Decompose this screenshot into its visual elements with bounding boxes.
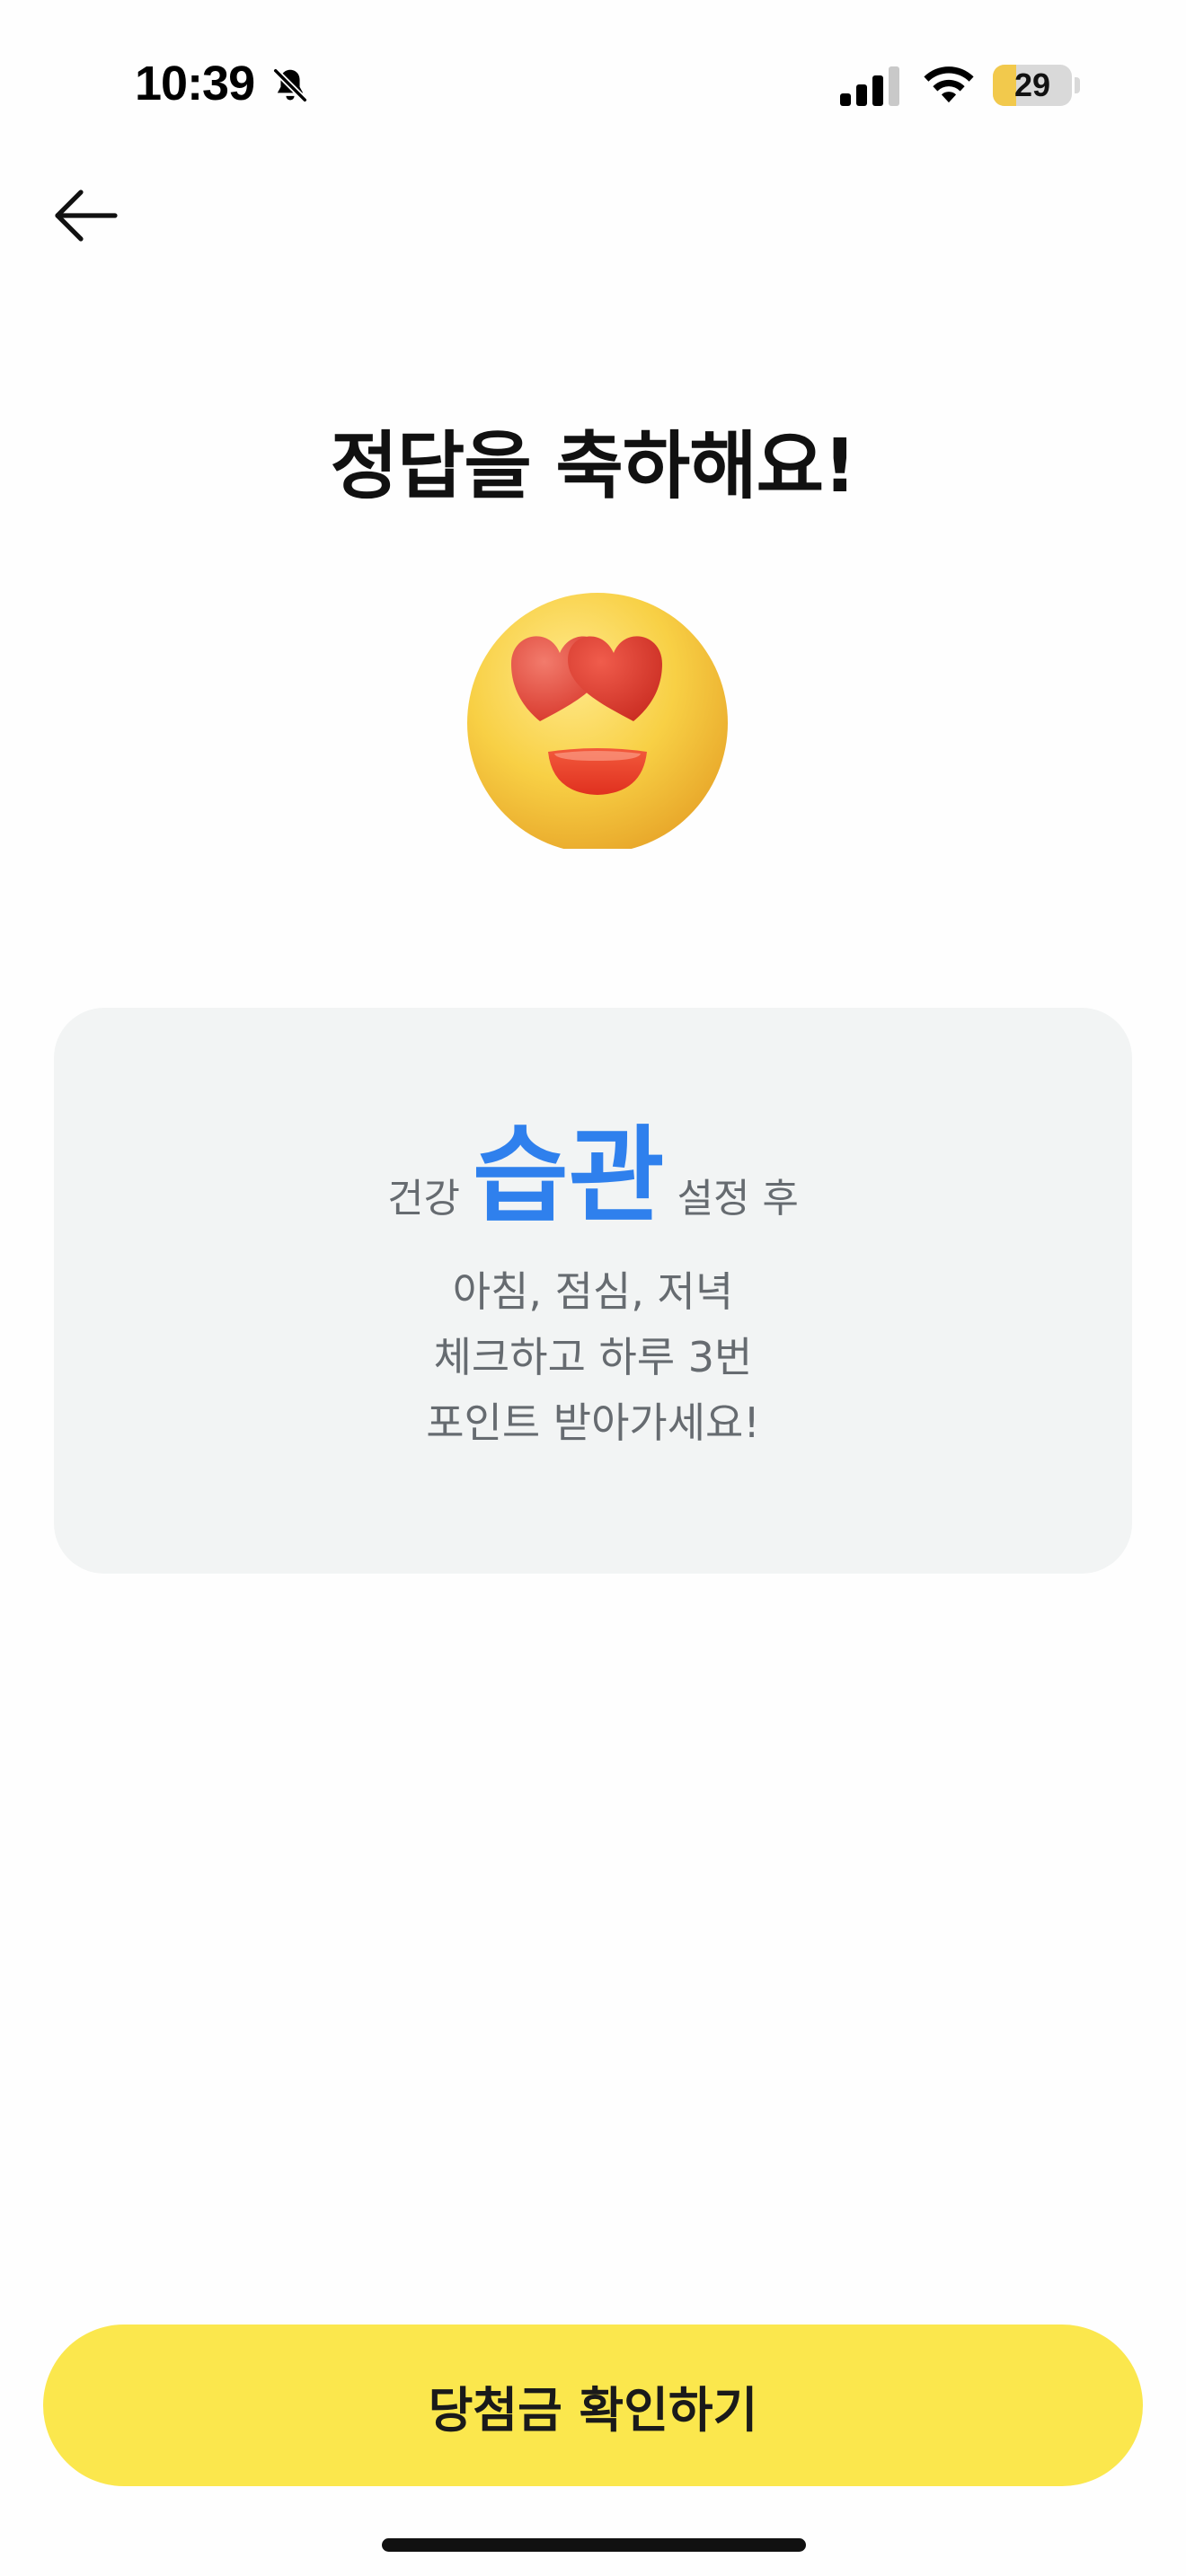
card-headline: 건강 습관 설정 후 (54, 1125, 1132, 1229)
card-line: 아침, 점심, 저녁 (452, 1267, 734, 1316)
page-title: 정답을 축하해요! (330, 424, 856, 509)
status-time: 10:39 (135, 57, 255, 110)
check-prize-button[interactable]: 당첨금 확인하기 (43, 2325, 1143, 2486)
cellular-signal-icon (840, 66, 899, 106)
headline-prefix: 건강 (387, 1176, 461, 1222)
bell-slash-icon (271, 66, 309, 104)
screen: 10:39 29 정답을 축하해요! 건강 습관 설정 후 아침, 점심, 저녁… (0, 0, 1186, 2576)
battery-level: 29 (1013, 66, 1051, 103)
battery-indicator: 29 (993, 65, 1072, 106)
card-line: 체크하고 하루 3번 (433, 1333, 753, 1381)
card-description: 아침, 점심, 저녁 체크하고 하루 3번 포인트 받아가세요! (54, 1259, 1132, 1456)
card-line: 포인트 받아가세요! (426, 1398, 760, 1447)
headline-suffix: 설정 후 (677, 1176, 799, 1222)
wifi-icon (924, 66, 974, 103)
back-arrow-icon[interactable] (47, 176, 126, 255)
status-bar: 10:39 29 (0, 0, 1186, 171)
home-indicator[interactable] (382, 2538, 806, 2552)
battery-cap (1075, 77, 1080, 93)
heart-eyes-emoji-icon (467, 593, 728, 849)
info-card: 건강 습관 설정 후 아침, 점심, 저녁 체크하고 하루 3번 포인트 받아가… (54, 1008, 1132, 1574)
headline-highlight: 습관 (473, 1116, 665, 1237)
